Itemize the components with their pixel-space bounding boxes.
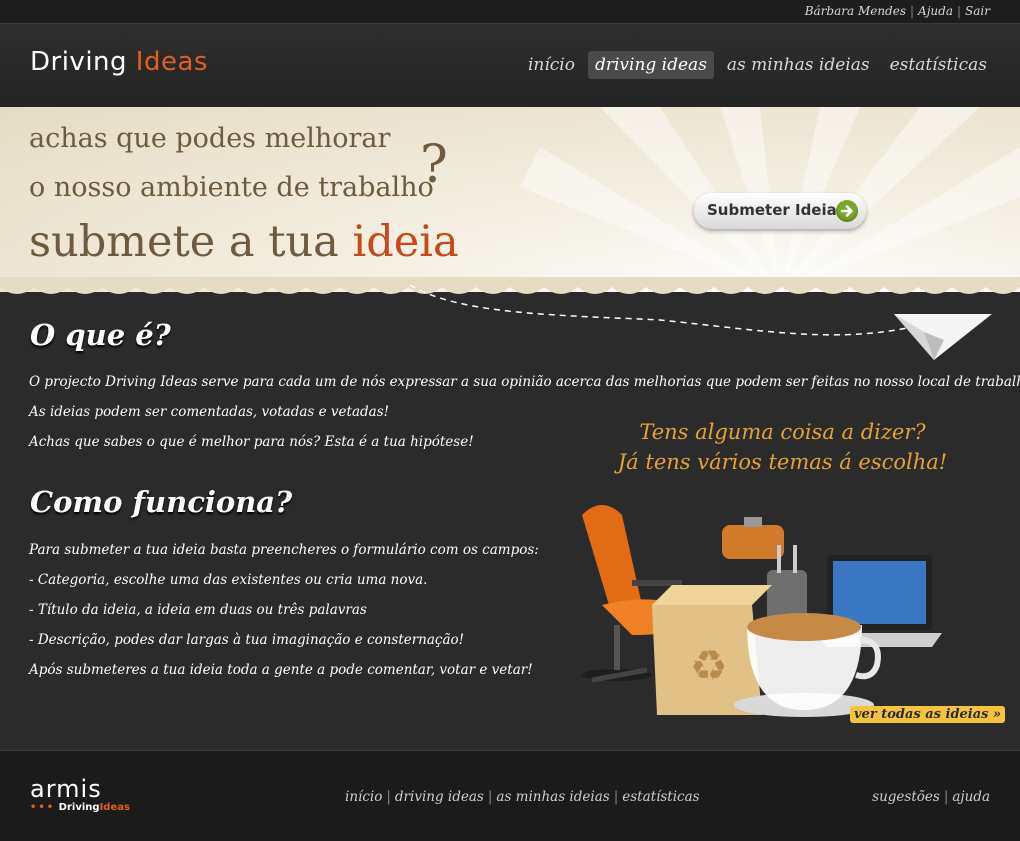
how-paragraph: - Categoria, escolhe uma das existentes … [29, 572, 428, 588]
arrow-right-icon [836, 200, 858, 222]
nav-driving-ideas[interactable]: driving ideas [587, 51, 714, 79]
hero-line-1: achas que podes melhorar [29, 123, 391, 154]
about-paragraph: O projecto Driving Ideas serve para cada… [29, 374, 1020, 390]
hero-line-2: o nosso ambiente de trabalho [29, 172, 434, 203]
nav-inicio[interactable]: início [521, 51, 582, 79]
hero-headline-prefix: submete a tua [29, 217, 353, 267]
office-items-illustration: ♻ [582, 505, 942, 717]
footer-dots-icon: ••• [30, 802, 56, 813]
submit-idea-button[interactable]: Submeter Ideia [694, 193, 866, 229]
how-paragraph: - Título da ideia, a ideia em duas ou tr… [29, 602, 367, 618]
paper-plane-icon [894, 314, 992, 360]
footer-help-link[interactable]: ajuda [952, 789, 990, 805]
hero-question-mark: ? [420, 135, 448, 195]
about-paragraph: As ideias podem ser comentadas, votadas … [29, 404, 390, 420]
site-logo[interactable]: Driving Ideas [30, 47, 208, 77]
footer-right-links: sugestões | ajuda [872, 789, 990, 805]
footer-suggestions-link[interactable]: sugestões [872, 789, 940, 805]
how-title: Como funciona? [30, 485, 293, 519]
footer-nav: início | driving ideas | as minhas ideias | es… [345, 789, 700, 805]
hero-headline-accent: ideia [352, 217, 459, 267]
hero-headline: submete a tua ideia [29, 217, 459, 267]
footer-sub-prefix: Driving [58, 802, 100, 813]
see-all-ideas-link[interactable]: ver todas as ideias » [850, 706, 1006, 723]
logo-word-driving: Driving [30, 47, 128, 77]
main-nav: início driving ideas as minhas ideias es… [521, 51, 994, 79]
promo-line-1: Tens alguma coisa a dizer? [639, 420, 926, 444]
nav-minhas-ideias[interactable]: as minhas ideias [720, 51, 877, 79]
separator: | [910, 4, 915, 18]
footer-nav-driving-ideas[interactable]: driving ideas [395, 789, 484, 805]
footer-sub-accent: Ideas [99, 802, 130, 813]
separator: | [386, 789, 391, 805]
nav-estatisticas[interactable]: estatísticas [883, 51, 994, 79]
separator: | [957, 4, 962, 18]
logout-link[interactable]: Sair [965, 4, 990, 18]
how-paragraph: - Descrição, podes dar largas à tua imag… [29, 632, 465, 648]
submit-idea-label: Submeter Ideia [707, 201, 837, 219]
logo-word-ideas: Ideas [135, 47, 208, 77]
site-header: Driving Ideas início driving ideas as mi… [0, 25, 1020, 107]
help-link[interactable]: Ajuda [918, 4, 953, 18]
footer-nav-minhas-ideias[interactable]: as minhas ideias [496, 789, 609, 805]
about-paragraph: Achas que sabes o que é melhor para nós?… [29, 434, 474, 450]
promo-line-2: Já tens vários temas á escolha! [617, 450, 948, 474]
footer-nav-inicio[interactable]: início [345, 789, 382, 805]
main-content: O que é? O projecto Driving Ideas serve … [0, 285, 1020, 750]
footer-brand-sub: ••• DrivingIdeas [30, 802, 130, 813]
site-footer: armis ••• DrivingIdeas início | driving id… [0, 750, 1020, 841]
separator: | [613, 789, 619, 805]
footer-logo[interactable]: armis ••• DrivingIdeas [30, 775, 130, 813]
separator: | [943, 789, 949, 805]
how-paragraph: Após submeteres a tua ideia toda a gente… [29, 662, 533, 678]
footer-brand: armis [30, 775, 102, 803]
how-paragraph: Para submeter a tua ideia basta preenche… [29, 542, 539, 558]
about-title: O que é? [30, 318, 171, 352]
hero-banner: achas que podes melhorar o nosso ambient… [0, 107, 1020, 292]
separator: | [487, 789, 493, 805]
svg-text:♻: ♻ [690, 641, 728, 690]
coffee-cup-icon [734, 613, 881, 717]
user-name-link[interactable]: Bárbara Mendes [805, 4, 906, 18]
user-bar: Bárbara Mendes | Ajuda | Sair [0, 0, 1020, 24]
footer-nav-estatisticas[interactable]: estatísticas [622, 789, 699, 805]
